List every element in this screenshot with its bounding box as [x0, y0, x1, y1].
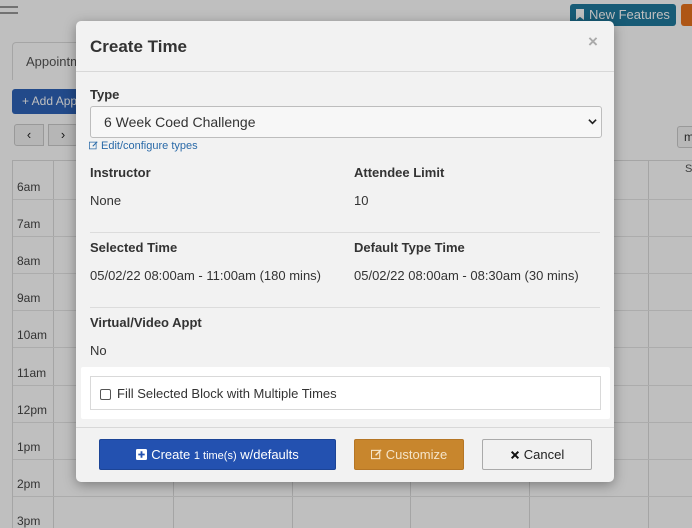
divider	[76, 71, 614, 72]
fill-block-checkbox[interactable]	[100, 389, 111, 400]
type-select[interactable]: 6 Week Coed Challenge	[90, 106, 602, 138]
type-select-value: 6 Week Coed Challenge	[104, 114, 256, 130]
edit-icon	[89, 141, 98, 150]
create-label-prefix: Create	[151, 447, 191, 462]
instructor-value: None	[90, 193, 122, 208]
create-button[interactable]: Create 1 time(s) w/defaults	[99, 439, 336, 470]
customize-button[interactable]: Customize	[354, 439, 464, 470]
plus-square-icon	[136, 449, 148, 460]
close-icon[interactable]: ×	[588, 32, 598, 52]
close-icon	[510, 450, 519, 460]
divider	[90, 307, 600, 308]
selected-time-label: Selected Time	[90, 240, 178, 255]
default-type-time-label: Default Type Time	[354, 240, 465, 255]
divider	[90, 232, 600, 233]
modal-title: Create Time	[90, 37, 188, 56]
create-count: 1 time(s)	[193, 450, 237, 462]
cancel-button[interactable]: Cancel	[482, 439, 592, 470]
create-label-suffix: w/defaults	[240, 447, 299, 462]
chevron-down-icon	[588, 119, 597, 125]
edit-link-label: Edit/configure types	[101, 140, 198, 152]
virtual-appt-label: Virtual/Video Appt	[90, 315, 202, 330]
create-time-modal: Create Time × Type 6 Week Coed Challenge…	[76, 21, 614, 482]
virtual-appt-value: No	[90, 343, 107, 358]
attendee-limit-label: Attendee Limit	[354, 165, 445, 180]
type-label: Type	[90, 87, 120, 102]
edit-icon	[370, 449, 382, 460]
fill-block-row: Fill Selected Block with Multiple Times	[90, 376, 601, 410]
divider	[76, 427, 614, 428]
fill-block-label[interactable]: Fill Selected Block with Multiple Times	[117, 386, 337, 401]
fill-block-highlight: Fill Selected Block with Multiple Times	[81, 367, 610, 419]
cancel-label: Cancel	[523, 447, 565, 462]
default-type-time-value: 05/02/22 08:00am - 08:30am (30 mins)	[354, 268, 579, 283]
instructor-label: Instructor	[90, 165, 151, 180]
attendee-limit-value: 10	[354, 193, 369, 208]
selected-time-value: 05/02/22 08:00am - 11:00am (180 mins)	[90, 268, 322, 283]
customize-label: Customize	[385, 447, 448, 462]
edit-configure-types-link[interactable]: Edit/configure types	[89, 140, 198, 152]
